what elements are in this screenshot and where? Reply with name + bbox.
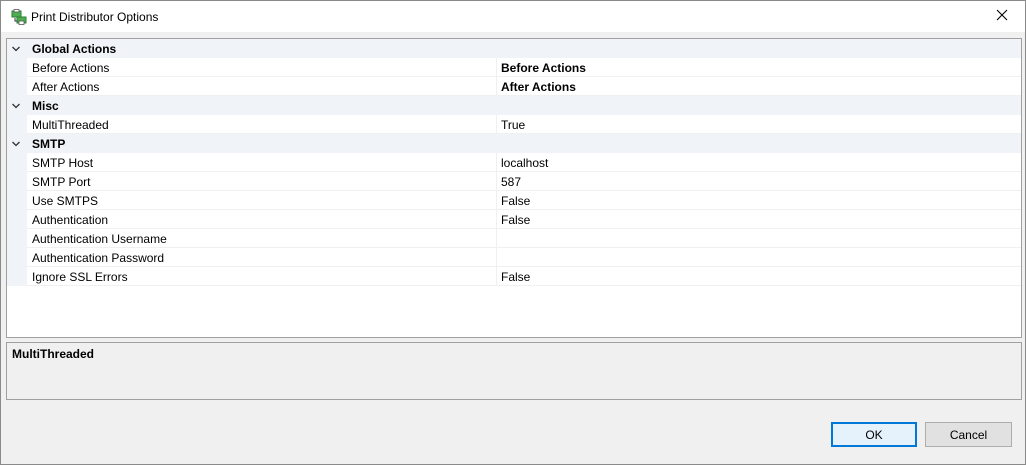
property-name: MultiThreaded — [27, 115, 497, 134]
description-title: MultiThreaded — [12, 347, 95, 361]
property-row[interactable]: Before Actions Before Actions — [7, 58, 1021, 77]
property-grid[interactable]: Global Actions Before Actions Before Actio… — [6, 38, 1022, 338]
description-panel: MultiThreaded — [6, 342, 1022, 400]
row-gutter — [7, 248, 27, 267]
property-name: Ignore SSL Errors — [27, 267, 497, 286]
property-row[interactable]: Ignore SSL Errors False — [7, 267, 1021, 286]
title-bar[interactable]: Print Distributor Options — [1, 1, 1025, 32]
property-value[interactable]: localhost — [497, 153, 1021, 172]
property-value[interactable]: 587 — [497, 172, 1021, 191]
category-label: Global Actions — [32, 42, 117, 56]
row-gutter — [7, 210, 27, 229]
chevron-down-icon[interactable] — [10, 100, 22, 112]
row-gutter — [7, 115, 27, 134]
row-gutter — [7, 267, 27, 286]
property-name: SMTP Host — [27, 153, 497, 172]
category-label: Misc — [32, 99, 59, 113]
category-row[interactable]: Misc — [7, 96, 1021, 115]
category-row[interactable]: Global Actions — [7, 39, 1021, 58]
row-gutter — [7, 77, 27, 96]
category-label: SMTP — [32, 137, 66, 151]
property-row[interactable]: SMTP Port 587 — [7, 172, 1021, 191]
property-value[interactable]: Before Actions — [497, 58, 1021, 77]
row-gutter — [7, 191, 27, 210]
property-value[interactable]: False — [497, 267, 1021, 286]
property-row[interactable]: Authentication Username — [7, 229, 1021, 248]
property-value[interactable]: False — [497, 191, 1021, 210]
row-gutter — [7, 58, 27, 77]
property-row[interactable]: Use SMTPS False — [7, 191, 1021, 210]
property-row[interactable]: SMTP Host localhost — [7, 153, 1021, 172]
row-gutter — [7, 172, 27, 191]
property-row[interactable]: Authentication Password — [7, 248, 1021, 267]
chevron-down-icon[interactable] — [10, 138, 22, 150]
property-name: Before Actions — [27, 58, 497, 77]
property-value[interactable]: After Actions — [497, 77, 1021, 96]
property-name: After Actions — [27, 77, 497, 96]
row-gutter — [7, 153, 27, 172]
print-distributor-icon — [11, 9, 27, 25]
cancel-button[interactable]: Cancel — [925, 422, 1012, 447]
property-value[interactable] — [497, 248, 1021, 267]
property-value[interactable]: True — [497, 115, 1021, 134]
window-title: Print Distributor Options — [31, 10, 159, 24]
property-name: Authentication Username — [27, 229, 497, 248]
property-name: Use SMTPS — [27, 191, 497, 210]
close-button[interactable] — [979, 1, 1025, 32]
chevron-down-icon[interactable] — [10, 43, 22, 55]
property-name: SMTP Port — [27, 172, 497, 191]
row-gutter — [7, 229, 27, 248]
close-icon — [996, 9, 1008, 24]
dialog-window: Print Distributor Options Global Actions… — [0, 0, 1026, 465]
property-row[interactable]: After Actions After Actions — [7, 77, 1021, 96]
property-value[interactable]: False — [497, 210, 1021, 229]
property-row[interactable]: Authentication False — [7, 210, 1021, 229]
category-row[interactable]: SMTP — [7, 134, 1021, 153]
ok-button[interactable]: OK — [831, 422, 917, 447]
property-value[interactable] — [497, 229, 1021, 248]
property-row[interactable]: MultiThreaded True — [7, 115, 1021, 134]
property-name: Authentication Password — [27, 248, 497, 267]
property-name: Authentication — [27, 210, 497, 229]
